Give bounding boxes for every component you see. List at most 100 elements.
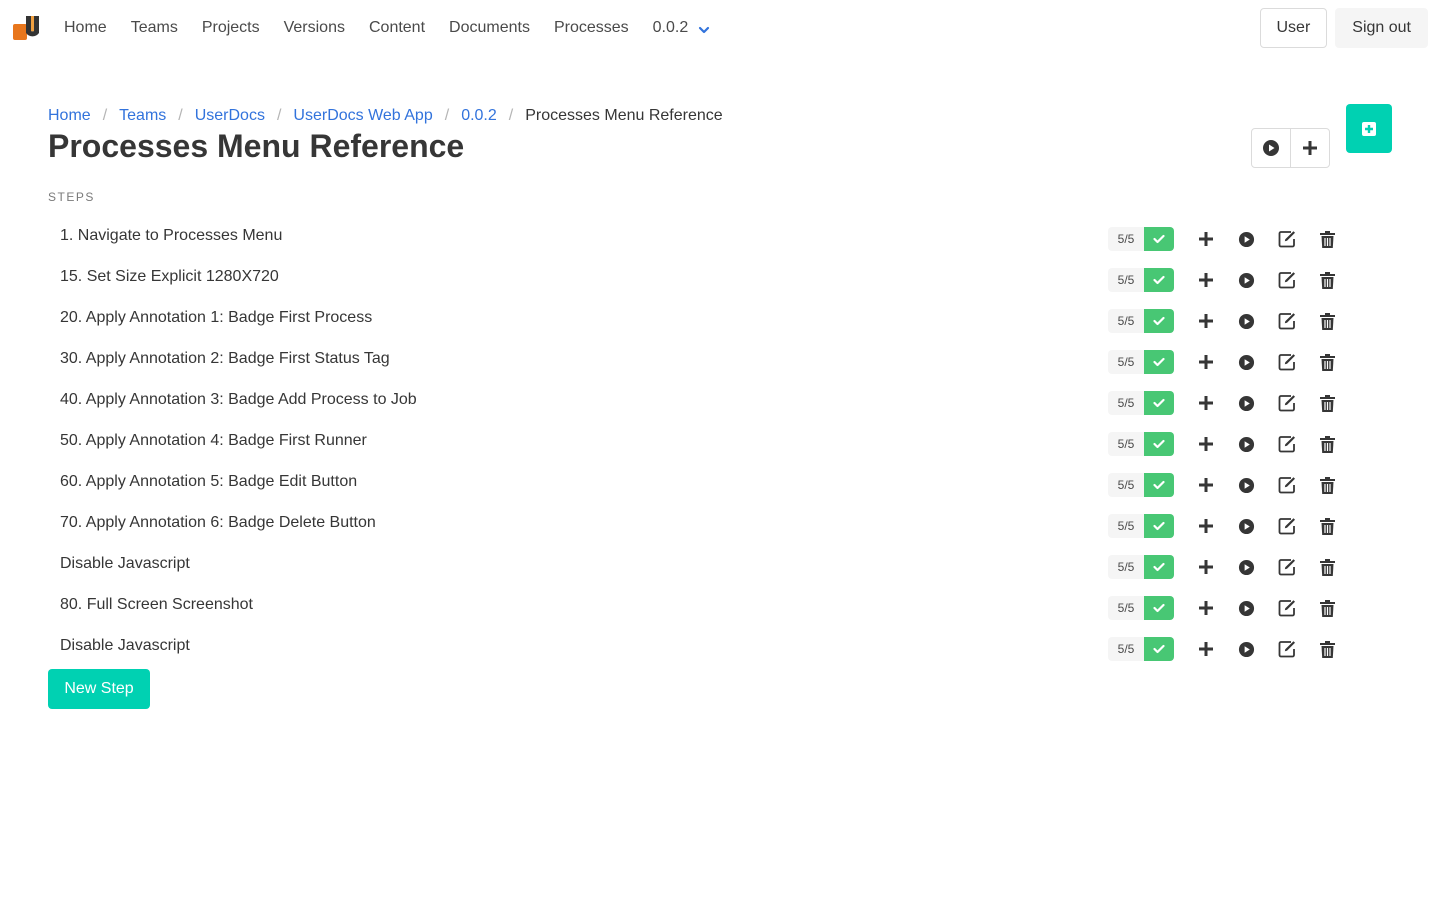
new-step-button[interactable]: New Step [48, 669, 150, 709]
trash-icon [1319, 353, 1335, 371]
add-new-button[interactable] [1346, 104, 1392, 153]
edit-step-button[interactable] [1277, 352, 1297, 372]
delete-step-button[interactable] [1317, 557, 1337, 577]
sign-out-button[interactable]: Sign out [1335, 8, 1428, 48]
edit-step-button[interactable] [1277, 516, 1297, 536]
edit-step-button[interactable] [1277, 229, 1297, 249]
step-row: 30. Apply Annotation 2: Badge First Stat… [48, 340, 1348, 381]
edit-step-button[interactable] [1277, 434, 1297, 454]
nav-versions[interactable]: Versions [272, 0, 357, 56]
add-process-button[interactable] [1290, 128, 1330, 168]
run-process-button[interactable] [1251, 128, 1291, 168]
run-step-button[interactable] [1236, 270, 1256, 290]
run-step-button[interactable] [1236, 229, 1256, 249]
step-name[interactable]: 40. Apply Annotation 3: Badge Add Proces… [60, 390, 417, 410]
delete-step-button[interactable] [1317, 311, 1337, 331]
edit-step-button[interactable] [1277, 475, 1297, 495]
step-name[interactable]: 1. Navigate to Processes Menu [60, 226, 282, 246]
trash-icon [1319, 312, 1335, 330]
run-step-button[interactable] [1236, 434, 1256, 454]
add-step-button[interactable] [1196, 434, 1216, 454]
breadcrumb-project[interactable]: UserDocs Web App [293, 104, 432, 128]
step-name[interactable]: 20. Apply Annotation 1: Badge First Proc… [60, 308, 372, 328]
delete-step-button[interactable] [1317, 639, 1337, 659]
breadcrumb-teams[interactable]: Teams [119, 104, 166, 128]
step-name[interactable]: 15. Set Size Explicit 1280X720 [60, 267, 279, 287]
step-status-count: 5/5 [1108, 432, 1144, 456]
edit-step-button[interactable] [1277, 270, 1297, 290]
run-step-button[interactable] [1236, 598, 1256, 618]
edit-icon [1278, 559, 1295, 576]
run-step-button[interactable] [1236, 352, 1256, 372]
delete-step-button[interactable] [1317, 352, 1337, 372]
step-status-success [1144, 350, 1174, 374]
edit-step-button[interactable] [1277, 598, 1297, 618]
delete-step-button[interactable] [1317, 475, 1337, 495]
step-row: 40. Apply Annotation 3: Badge Add Proces… [48, 381, 1348, 422]
edit-icon [1278, 477, 1295, 494]
step-row: 70. Apply Annotation 6: Badge Delete But… [48, 504, 1348, 545]
add-step-button[interactable] [1196, 229, 1216, 249]
delete-step-button[interactable] [1317, 270, 1337, 290]
process-actions [1251, 128, 1330, 168]
trash-icon [1319, 517, 1335, 535]
run-step-button[interactable] [1236, 639, 1256, 659]
edit-step-button[interactable] [1277, 557, 1297, 577]
trash-icon [1319, 435, 1335, 453]
breadcrumb-team[interactable]: UserDocs [195, 104, 265, 128]
run-step-button[interactable] [1236, 393, 1256, 413]
edit-step-button[interactable] [1277, 393, 1297, 413]
breadcrumb-separator: / [102, 107, 108, 124]
step-status-success [1144, 391, 1174, 415]
run-step-button[interactable] [1236, 557, 1256, 577]
edit-icon [1278, 231, 1295, 248]
step-name[interactable]: 70. Apply Annotation 6: Badge Delete But… [60, 513, 376, 533]
nav-home[interactable]: Home [52, 0, 119, 56]
step-name[interactable]: 80. Full Screen Screenshot [60, 595, 253, 615]
nav-projects[interactable]: Projects [190, 0, 272, 56]
plus-icon [1199, 396, 1213, 410]
delete-step-button[interactable] [1317, 434, 1337, 454]
delete-step-button[interactable] [1317, 229, 1337, 249]
step-name[interactable]: 60. Apply Annotation 5: Badge Edit Butto… [60, 472, 357, 492]
add-step-button[interactable] [1196, 393, 1216, 413]
nav-content[interactable]: Content [357, 0, 437, 56]
delete-step-button[interactable] [1317, 516, 1337, 536]
add-step-button[interactable] [1196, 352, 1216, 372]
play-circle-icon [1238, 354, 1254, 370]
step-status-success [1144, 514, 1174, 538]
user-button[interactable]: User [1259, 8, 1328, 48]
add-step-button[interactable] [1196, 557, 1216, 577]
breadcrumb-version[interactable]: 0.0.2 [461, 104, 497, 128]
nav-documents[interactable]: Documents [437, 0, 542, 56]
nav-teams[interactable]: Teams [119, 0, 190, 56]
delete-step-button[interactable] [1317, 393, 1337, 413]
add-step-button[interactable] [1196, 475, 1216, 495]
add-step-button[interactable] [1196, 598, 1216, 618]
step-row: Disable Javascript 5/5 [48, 627, 1348, 668]
edit-step-button[interactable] [1277, 639, 1297, 659]
userdocs-logo-icon[interactable] [13, 16, 39, 40]
edit-step-button[interactable] [1277, 311, 1297, 331]
version-dropdown[interactable]: 0.0.2 [641, 0, 723, 56]
breadcrumb-current: Processes Menu Reference [525, 107, 723, 124]
chevron-down-icon [699, 26, 710, 33]
add-step-button[interactable] [1196, 516, 1216, 536]
run-step-button[interactable] [1236, 516, 1256, 536]
run-step-button[interactable] [1236, 311, 1256, 331]
breadcrumb-home[interactable]: Home [48, 104, 91, 128]
add-step-button[interactable] [1196, 270, 1216, 290]
run-step-button[interactable] [1236, 475, 1256, 495]
step-name[interactable]: Disable Javascript [60, 636, 190, 656]
step-name[interactable]: 30. Apply Annotation 2: Badge First Stat… [60, 349, 390, 369]
step-status-success [1144, 309, 1174, 333]
plus-square-icon [1362, 121, 1376, 136]
step-name[interactable]: Disable Javascript [60, 554, 190, 574]
nav-processes[interactable]: Processes [542, 0, 641, 56]
delete-step-button[interactable] [1317, 598, 1337, 618]
step-status-count: 5/5 [1108, 391, 1144, 415]
step-name[interactable]: 50. Apply Annotation 4: Badge First Runn… [60, 431, 367, 451]
add-step-button[interactable] [1196, 639, 1216, 659]
play-circle-icon [1238, 231, 1254, 247]
add-step-button[interactable] [1196, 311, 1216, 331]
